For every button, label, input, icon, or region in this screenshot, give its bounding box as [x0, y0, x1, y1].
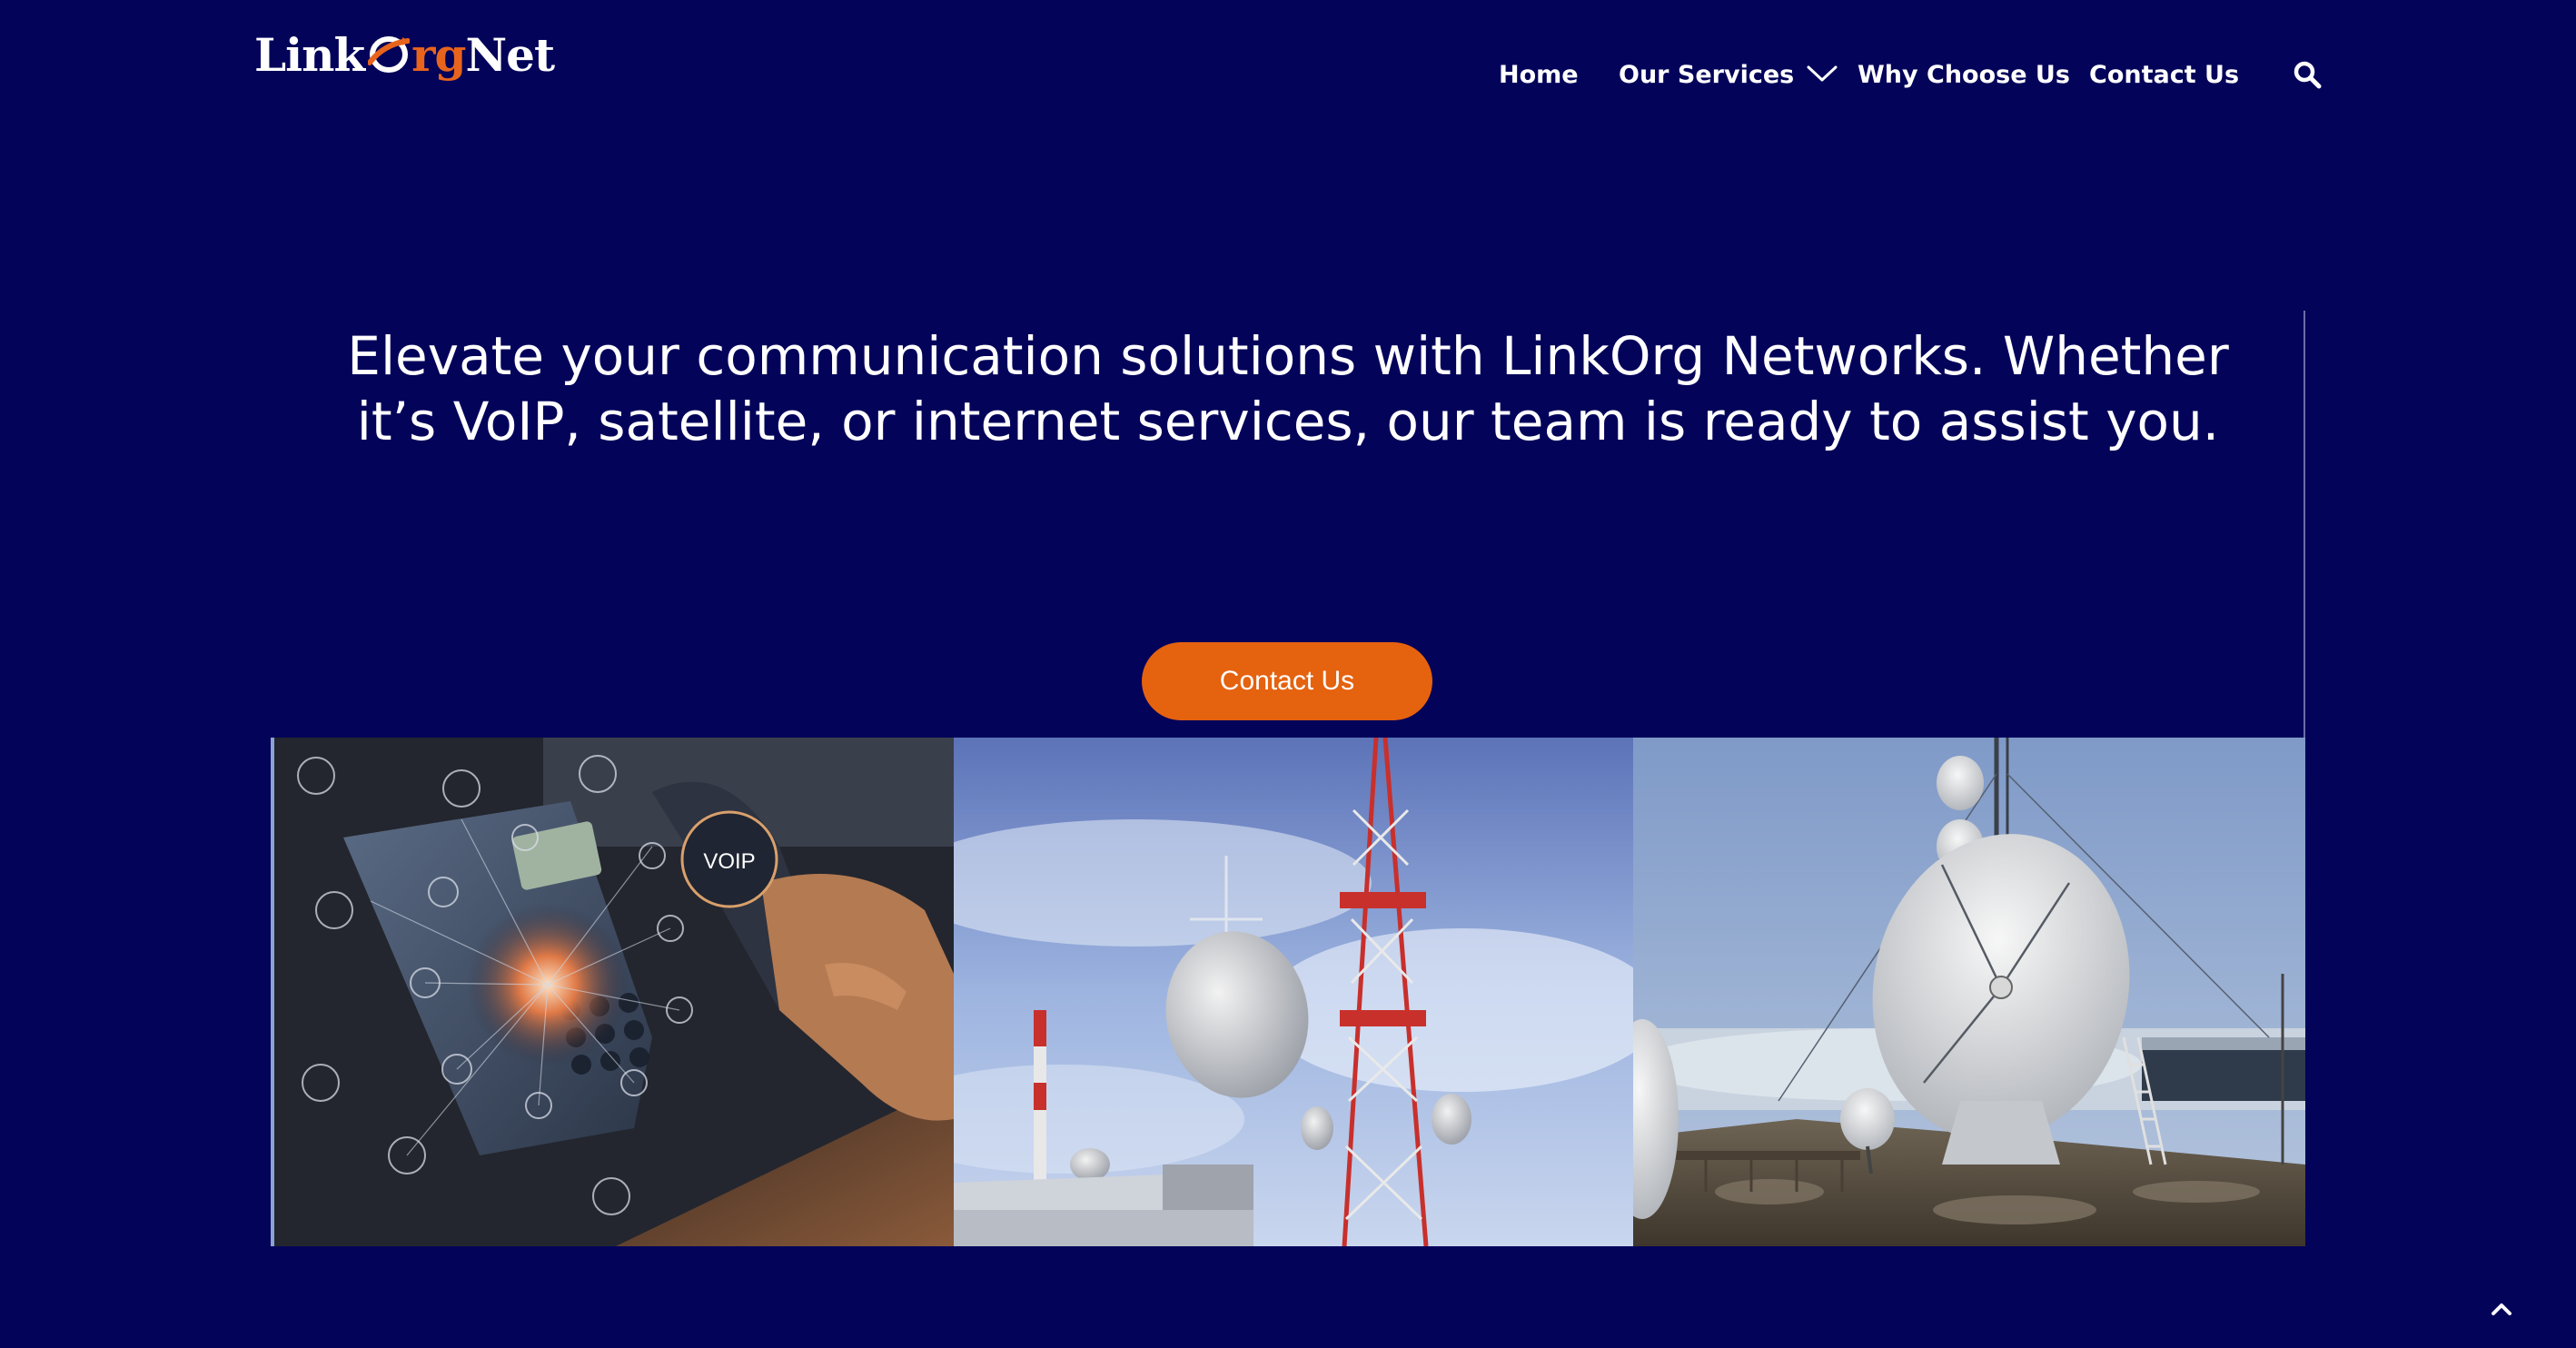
gallery-left-edge — [271, 738, 274, 1246]
gallery-image-voip: VOIP — [271, 738, 954, 1246]
hero-headline: Elevate your communication solutions wit… — [272, 323, 2304, 454]
gallery-image-towers — [954, 738, 1633, 1246]
gallery-image-satellite-dishes — [1633, 738, 2305, 1246]
nav-contact-us[interactable]: Contact Us — [2089, 51, 2239, 98]
service-image-strip: VOIP — [271, 738, 2305, 1246]
chevron-down-icon — [1807, 61, 1838, 89]
chevron-up-icon[interactable] — [2485, 1293, 2518, 1326]
contact-us-button[interactable]: Contact Us — [1142, 642, 1432, 720]
orbit-o-swirl-icon — [368, 34, 411, 75]
voip-badge-text: VOIP — [703, 849, 755, 874]
nav-our-services[interactable]: Our Services — [1619, 51, 1838, 98]
logo-text-rg: rg — [411, 27, 466, 82]
hero-divider — [2304, 311, 2305, 738]
search-icon[interactable] — [2291, 58, 2323, 91]
nav-our-services-label: Our Services — [1619, 60, 1795, 89]
nav-home[interactable]: Home — [1499, 51, 1579, 98]
hero-headline-line-2: it’s VoIP, satellite, or internet servic… — [356, 391, 2220, 452]
logo-text-net: Net — [465, 27, 555, 82]
nav-why-choose-us[interactable]: Why Choose Us — [1858, 51, 2070, 98]
hero-headline-line-1: Elevate your communication solutions wit… — [347, 325, 2229, 387]
site-logo[interactable]: Link rg Net — [254, 18, 555, 91]
logo-text-link: Link — [254, 27, 365, 82]
